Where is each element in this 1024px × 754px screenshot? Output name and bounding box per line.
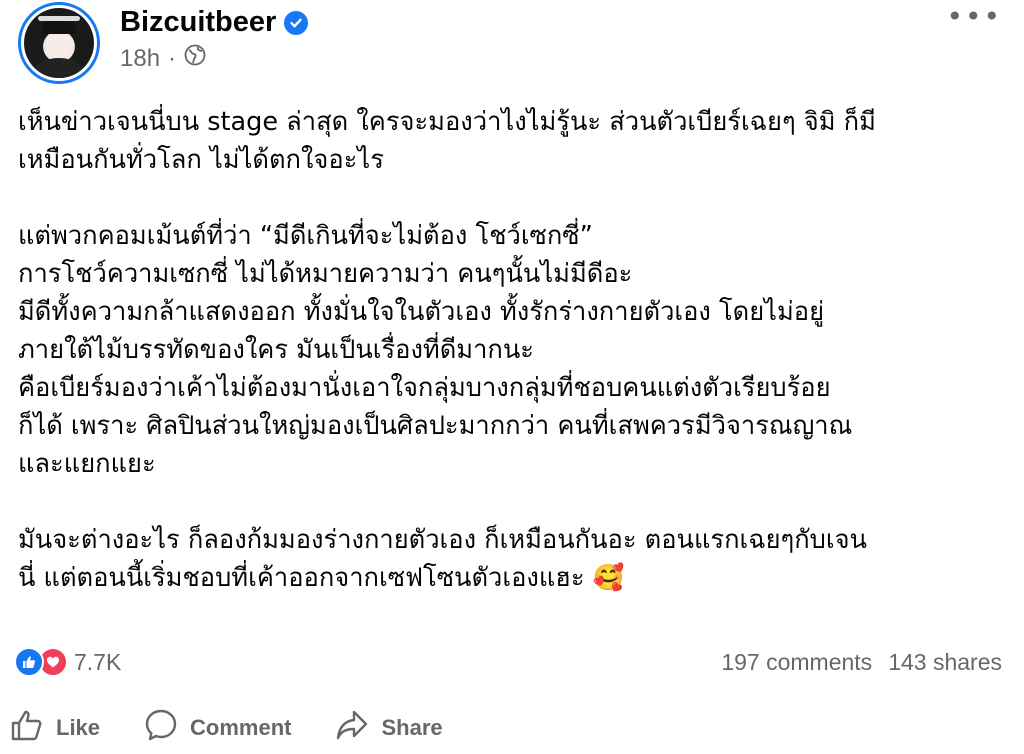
post-paragraph: มันจะต่างอะไร ก็ลองก้มมองร่างกายตัวเอง ก… <box>18 521 1008 597</box>
post-body: เห็นข่าวเจนนี่บน stage ล่าสุด ใครจะมองว่… <box>18 103 1008 635</box>
shares-count[interactable]: 143 shares <box>888 649 1002 676</box>
post-line: คือเบียร์มองว่าเค้าไม่ต้องมานั่งเอาใจกลุ… <box>18 373 831 403</box>
avatar-hair <box>42 20 76 34</box>
avatar-headband <box>38 16 80 21</box>
post-line: การโชว์ความเซกซี่ ไม่ได้หมายความว่า คนๆน… <box>18 259 633 289</box>
share-icon <box>335 708 369 748</box>
share-label: Share <box>381 715 443 740</box>
avatar-shoulders <box>34 58 84 78</box>
post-line: มันจะต่างอะไร ก็ลองก้มมองร่างกายตัวเอง ก… <box>18 525 867 555</box>
post-paragraph: เห็นข่าวเจนนี่บน stage ล่าสุด ใครจะมองว่… <box>18 103 1008 179</box>
author-name[interactable]: Bizcuitbeer <box>120 6 276 39</box>
more-options-icon[interactable]: ••• <box>946 0 1002 33</box>
reaction-icons <box>14 647 68 677</box>
share-button[interactable]: Share <box>335 708 443 748</box>
verified-badge-icon <box>284 10 309 35</box>
post-time[interactable]: 18h <box>120 45 160 73</box>
post-line: ก็ได้ เพราะ ศิลปินส่วนใหญ่มองเป็นศิลปะมา… <box>18 411 853 441</box>
globe-icon <box>184 44 206 73</box>
post-line: และแยกแยะ <box>18 449 156 479</box>
author-avatar[interactable] <box>18 2 100 84</box>
like-reaction-icon <box>14 647 44 677</box>
action-bar: Like Comment Share <box>10 708 443 748</box>
post-paragraph: แต่พวกคอมเม้นต์ที่ว่า “มีดีเกินที่จะไม่ต… <box>18 217 1008 483</box>
comment-label: Comment <box>190 715 292 740</box>
meta-separator: · <box>168 44 177 72</box>
post-line: เหมือนกันทั่วโลก ไม่ได้ตกใจอะไร <box>18 145 384 175</box>
post-line: มีดีทั้งความกล้าแสดงออก ทั้งมั่นใจในตัวเ… <box>18 297 825 327</box>
author-row: Bizcuitbeer <box>120 6 309 39</box>
like-icon <box>10 708 44 748</box>
comment-button[interactable]: Comment <box>144 708 291 748</box>
engagement-stats: 7.7K 197 comments 143 shares <box>14 646 1002 678</box>
comments-count[interactable]: 197 comments <box>721 649 872 676</box>
post-line: นี่ แต่ตอนนี้เริ่มชอบที่เค้าออกจากเซฟโซน… <box>18 563 625 593</box>
like-label: Like <box>56 715 101 740</box>
reactions-summary[interactable]: 7.7K <box>14 647 121 677</box>
comment-share-counts: 197 comments 143 shares <box>721 649 1002 676</box>
post-line: เห็นข่าวเจนนี่บน stage ล่าสุด ใครจะมองว่… <box>18 107 876 137</box>
comment-icon <box>144 708 178 748</box>
like-button[interactable]: Like <box>10 708 100 748</box>
post-meta: 18h · <box>120 44 206 73</box>
post-line: แต่พวกคอมเม้นต์ที่ว่า “มีดีเกินที่จะไม่ต… <box>18 221 593 251</box>
reaction-count: 7.7K <box>74 648 122 675</box>
post-line: ภายใต้ไม้บรรทัดของใคร มันเป็นเรื่องที่ดี… <box>18 335 534 365</box>
avatar-image <box>24 8 94 78</box>
